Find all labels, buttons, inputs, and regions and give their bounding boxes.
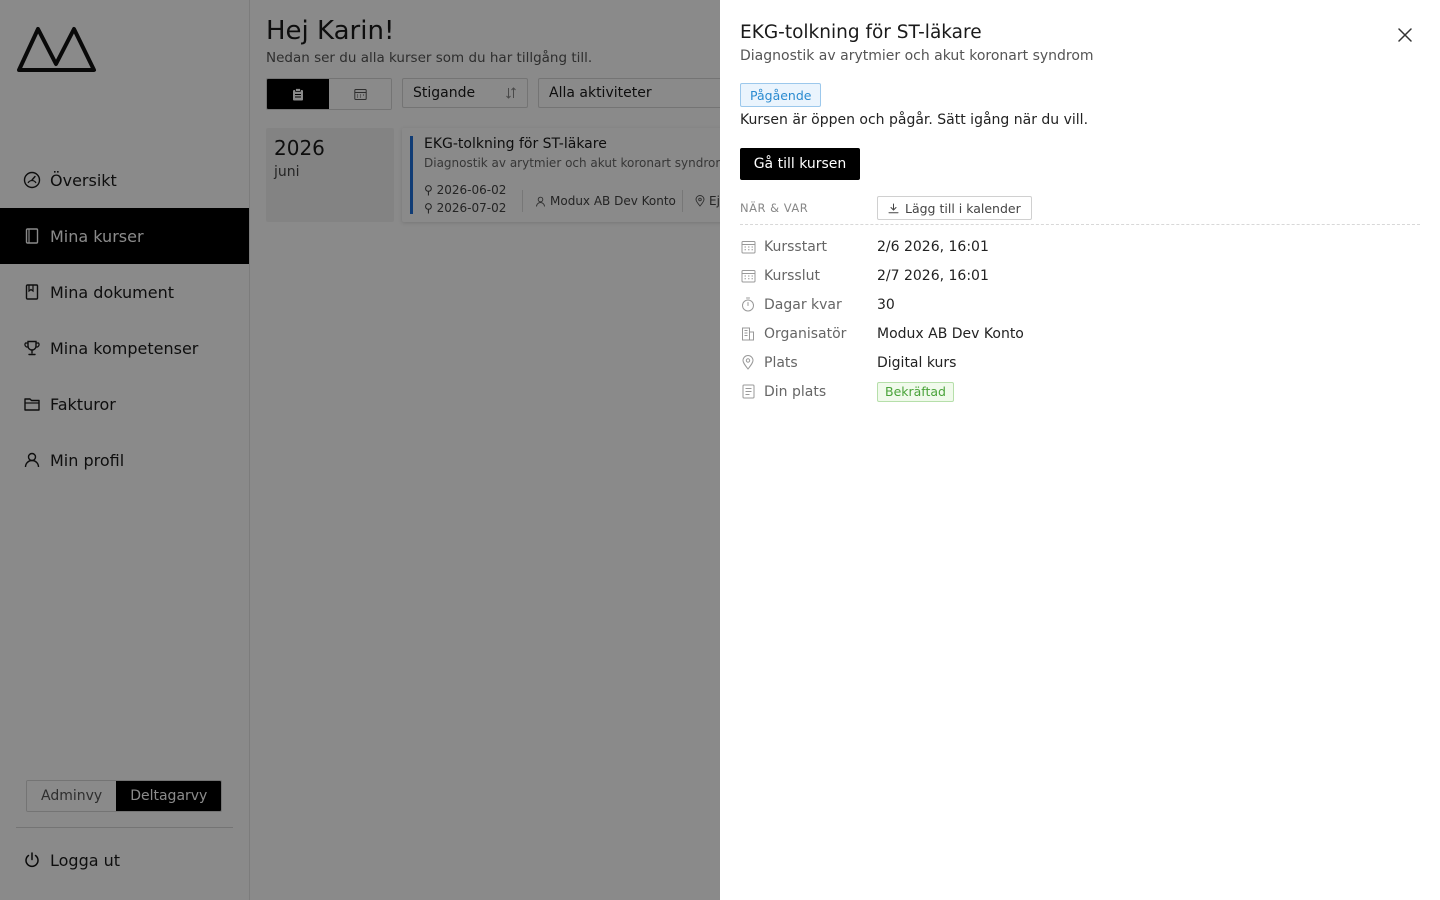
detail-label: Kursstart — [764, 238, 828, 255]
download-icon — [888, 203, 899, 213]
detail-value: 30 — [877, 296, 895, 313]
close-button[interactable] — [1394, 24, 1416, 46]
course-details-list: Kursstart 2/6 2026, 16:01 Kursslut 2/7 2… — [740, 232, 1420, 406]
detail-row-organizer: Organisatör Modux AB Dev Konto — [740, 319, 1420, 348]
calendar-icon — [740, 239, 756, 255]
add-to-calendar-button[interactable]: Lägg till i kalender — [877, 196, 1032, 220]
drawer-subtitle: Diagnostik av arytmier och akut koronart… — [740, 48, 1094, 64]
modal-backdrop[interactable] — [0, 0, 720, 900]
detail-label: Plats — [764, 354, 798, 371]
detail-value: 2/7 2026, 16:01 — [877, 267, 989, 284]
detail-row-course-end: Kursslut 2/7 2026, 16:01 — [740, 261, 1420, 290]
course-detail-drawer: EKG-tolkning för ST-läkare Diagnostik av… — [720, 0, 1440, 900]
section-label-when-where: NÄR & VAR — [740, 201, 809, 215]
document-icon — [740, 384, 756, 400]
detail-label: Din plats — [764, 383, 827, 400]
drawer-title: EKG-tolkning för ST-läkare — [740, 22, 982, 43]
go-to-course-button[interactable]: Gå till kursen — [740, 148, 860, 180]
add-to-calendar-label: Lägg till i kalender — [905, 200, 1021, 216]
detail-row-days-left: Dagar kvar 30 — [740, 290, 1420, 319]
map-pin-icon — [740, 355, 756, 371]
calendar-icon — [740, 268, 756, 284]
course-description: Kursen är öppen och pågår. Sätt igång nä… — [740, 112, 1089, 128]
detail-row-location: Plats Digital kurs — [740, 348, 1420, 377]
detail-value: 2/6 2026, 16:01 — [877, 238, 989, 255]
section-divider — [740, 224, 1420, 225]
detail-row-your-seat: Din plats Bekräftad — [740, 377, 1420, 406]
detail-label: Organisatör — [764, 325, 847, 342]
status-badge: Pågående — [740, 83, 822, 107]
detail-row-course-start: Kursstart 2/6 2026, 16:01 — [740, 232, 1420, 261]
detail-value: Digital kurs — [877, 354, 957, 371]
confirmed-badge: Bekräftad — [877, 381, 954, 402]
detail-label: Dagar kvar — [764, 296, 842, 313]
building-icon — [740, 326, 756, 342]
detail-value: Modux AB Dev Konto — [877, 325, 1024, 342]
detail-label: Kursslut — [764, 267, 820, 284]
stopwatch-icon — [740, 297, 756, 313]
close-icon — [1398, 28, 1412, 42]
